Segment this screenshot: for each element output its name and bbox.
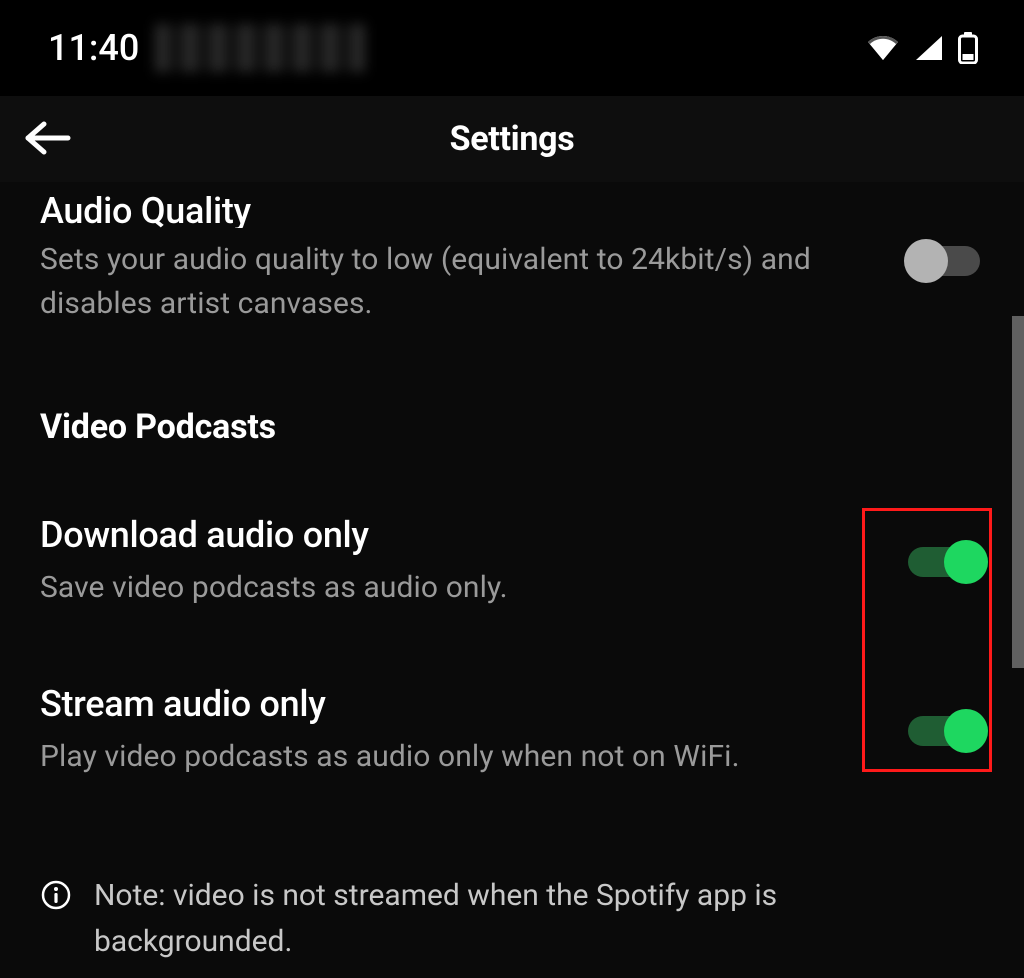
wifi-icon: [866, 34, 900, 62]
arrow-left-icon: [24, 120, 72, 159]
note-row: Note: video is not streamed when the Spo…: [40, 873, 984, 966]
scrollbar-thumb[interactable]: [1012, 316, 1024, 668]
toggle-thumb: [944, 540, 988, 584]
battery-icon: [958, 32, 978, 64]
page-title: Settings: [450, 119, 575, 159]
status-redacted-area: [155, 24, 365, 72]
setting-text: Download audio only Save video podcasts …: [40, 515, 874, 610]
setting-title: Audio Quality: [40, 196, 874, 228]
setting-text: Audio Quality Sets your audio quality to…: [40, 196, 874, 325]
setting-text: Stream audio only Play video podcasts as…: [40, 684, 874, 779]
setting-title: Download audio only: [40, 515, 874, 556]
setting-title: Stream audio only: [40, 684, 874, 725]
back-button[interactable]: [20, 111, 76, 167]
cellular-icon: [914, 34, 944, 62]
setting-row-audio-quality[interactable]: Audio Quality Sets your audio quality to…: [40, 182, 984, 347]
status-right: [866, 32, 978, 64]
settings-content: Audio Quality Sets your audio quality to…: [0, 182, 1024, 966]
toggle-download-audio-only[interactable]: [906, 540, 984, 584]
setting-row-stream-audio-only[interactable]: Stream audio only Play video podcasts as…: [40, 662, 984, 801]
status-left: 11:40: [48, 24, 365, 72]
setting-row-download-audio-only[interactable]: Download audio only Save video podcasts …: [40, 493, 984, 632]
setting-desc: Sets your audio quality to low (equivale…: [40, 238, 860, 325]
settings-header: Settings: [0, 96, 1024, 182]
toggle-thumb: [944, 709, 988, 753]
toggle-stream-audio-only[interactable]: [906, 709, 984, 753]
section-header-video-podcasts: Video Podcasts: [40, 407, 984, 447]
info-circle-icon: [40, 879, 72, 911]
status-bar: 11:40: [0, 0, 1024, 96]
toggle-audio-quality[interactable]: [906, 239, 984, 283]
setting-desc: Save video podcasts as audio only.: [40, 566, 860, 610]
setting-desc: Play video podcasts as audio only when n…: [40, 735, 860, 779]
clock-time: 11:40: [48, 27, 139, 69]
toggle-thumb: [904, 239, 948, 283]
note-text: Note: video is not streamed when the Spo…: [94, 873, 944, 966]
